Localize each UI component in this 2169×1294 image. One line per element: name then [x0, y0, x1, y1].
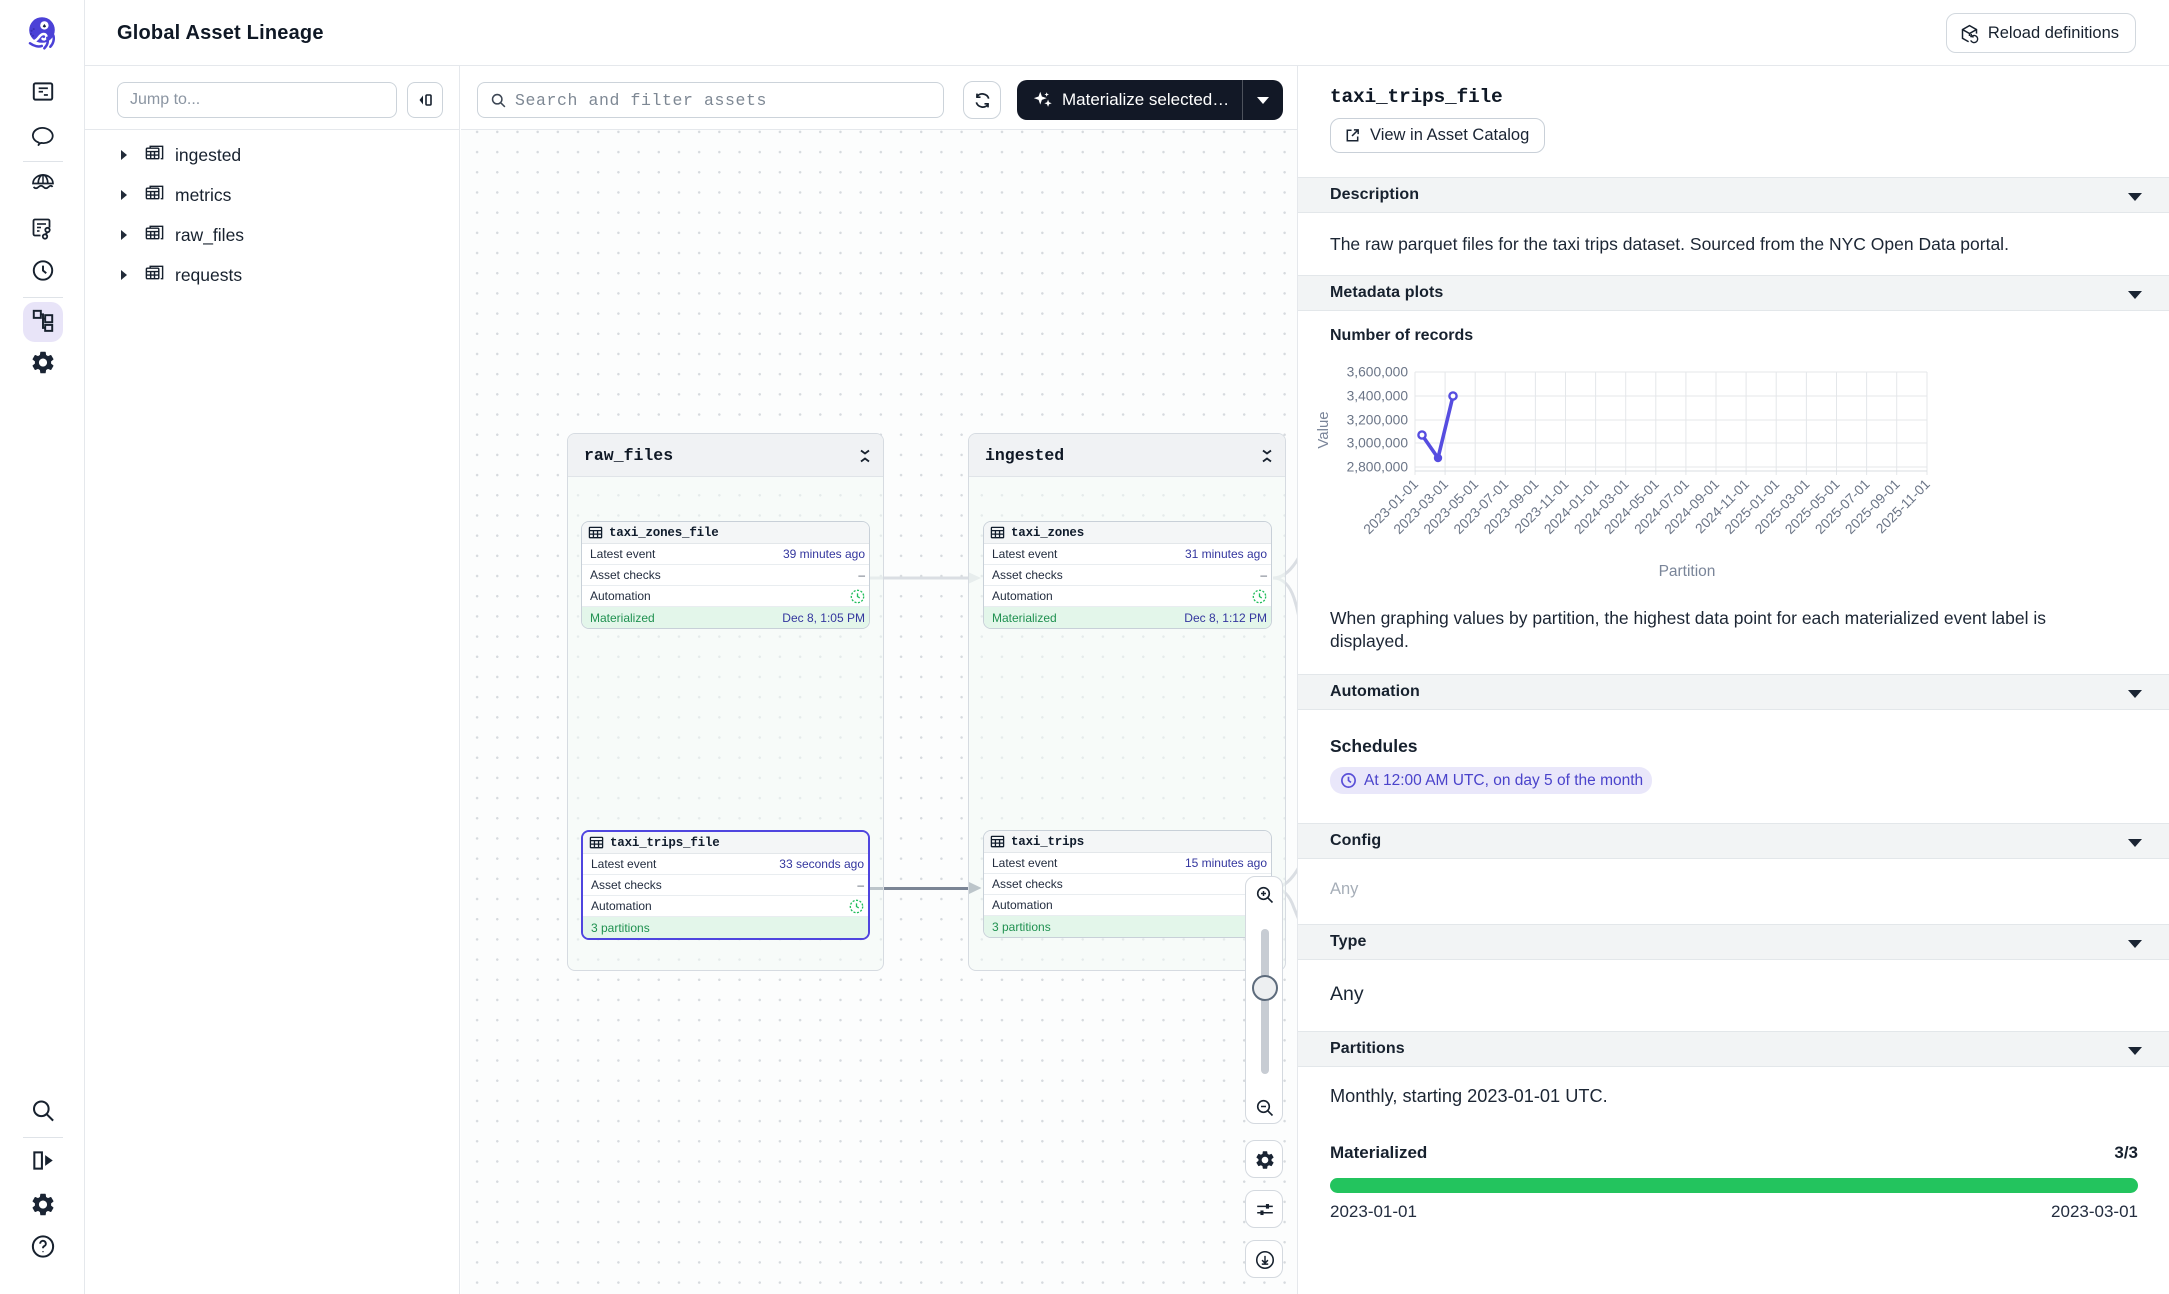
svg-text:3,600,000: 3,600,000: [1347, 365, 1409, 380]
svg-text:Partition: Partition: [1659, 563, 1716, 580]
svg-text:Value: Value: [1315, 411, 1332, 448]
svg-text:3,000,000: 3,000,000: [1347, 436, 1409, 451]
svg-text:2,800,000: 2,800,000: [1347, 460, 1409, 475]
svg-text:3,400,000: 3,400,000: [1347, 389, 1409, 404]
svg-text:3,200,000: 3,200,000: [1347, 413, 1409, 428]
